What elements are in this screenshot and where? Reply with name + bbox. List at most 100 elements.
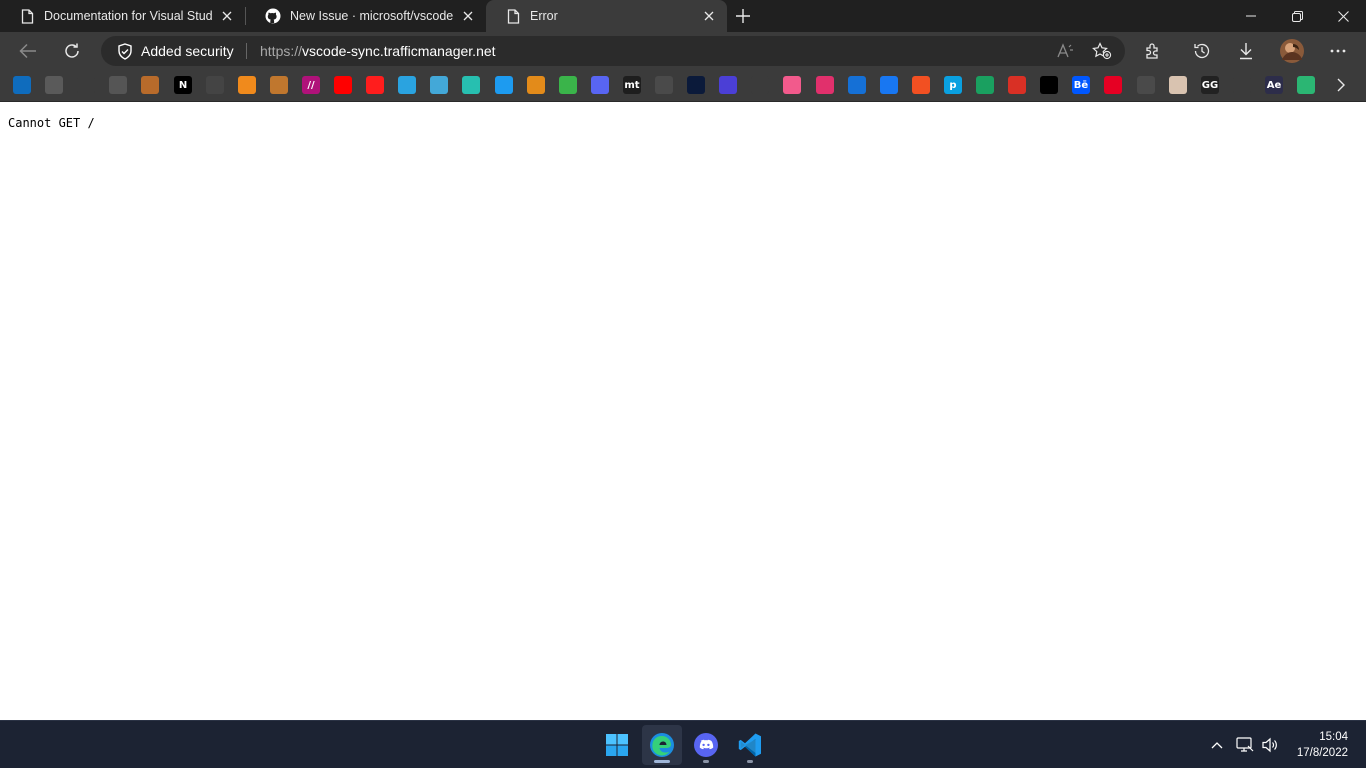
url-host: vscode-sync.trafficmanager.net xyxy=(302,43,496,59)
gray-square-fav-icon[interactable] xyxy=(1137,76,1155,94)
github-icon xyxy=(265,8,281,24)
screen: Documentation for Visual Studio New Issu… xyxy=(0,0,1366,768)
volume-button[interactable] xyxy=(1260,735,1280,755)
gmail-fav-icon[interactable] xyxy=(1008,76,1026,94)
youtube-music-fav-icon[interactable] xyxy=(366,76,384,94)
address-divider xyxy=(246,43,247,59)
codepen-fav-icon[interactable] xyxy=(430,76,448,94)
running-indicator xyxy=(703,760,709,763)
unsplash-fav-icon[interactable] xyxy=(1040,76,1058,94)
address-bar[interactable]: Added security https://vscode-sync.traff… xyxy=(101,36,1125,66)
close-tab-icon[interactable] xyxy=(460,8,476,24)
microsoft-fav-icon[interactable] xyxy=(912,76,930,94)
diamond-orange-fav-icon[interactable] xyxy=(527,76,545,94)
extensions-button[interactable] xyxy=(1137,35,1169,67)
brush-fav-icon[interactable] xyxy=(270,76,288,94)
tab-title: Documentation for Visual Studio xyxy=(44,9,213,23)
twitter-fav-icon[interactable] xyxy=(495,76,513,94)
running-indicator xyxy=(747,760,753,763)
chevron-right-icon xyxy=(1337,78,1345,92)
url-scheme: https:// xyxy=(260,43,303,59)
security-indicator[interactable]: Added security xyxy=(117,36,234,66)
diamond-pink-fav-icon[interactable] xyxy=(783,76,801,94)
url-text[interactable]: https://vscode-sync.trafficmanager.net xyxy=(260,36,496,66)
stack-fav-icon[interactable] xyxy=(109,76,127,94)
pinterest-fav-icon[interactable] xyxy=(1104,76,1122,94)
tab-error[interactable]: Error xyxy=(486,0,727,32)
photo-fav-icon[interactable] xyxy=(976,76,994,94)
minimize-button[interactable] xyxy=(1228,0,1274,32)
downloads-button[interactable] xyxy=(1230,35,1262,67)
fire-fav-icon[interactable] xyxy=(238,76,256,94)
history-icon xyxy=(1194,43,1210,59)
new-tab-button[interactable] xyxy=(727,0,759,32)
page-content: Cannot GET / xyxy=(0,103,1366,720)
anime-fav-icon[interactable] xyxy=(1169,76,1187,94)
network-fav-icon[interactable] xyxy=(206,76,224,94)
square-teal-fav-icon[interactable] xyxy=(462,76,480,94)
play-fav-icon[interactable] xyxy=(1297,76,1315,94)
system-clock[interactable]: 15:04 17/8/2022 xyxy=(1297,729,1348,761)
facebook-fav-icon[interactable] xyxy=(880,76,898,94)
settings-more-button[interactable] xyxy=(1322,35,1354,67)
telegram-fav-icon[interactable] xyxy=(398,76,416,94)
tab-documentation[interactable]: Documentation for Visual Studio xyxy=(0,0,245,32)
youtube-fav-icon[interactable] xyxy=(334,76,352,94)
close-tab-icon[interactable] xyxy=(219,8,235,24)
profile-button[interactable] xyxy=(1276,35,1308,67)
close-icon xyxy=(1337,10,1349,22)
refresh-button[interactable] xyxy=(56,35,88,67)
show-hidden-icons-button[interactable] xyxy=(1207,735,1227,755)
shield-fav-icon[interactable] xyxy=(655,76,673,94)
store-fav-icon[interactable] xyxy=(45,76,63,94)
windows-fav-icon[interactable] xyxy=(848,76,866,94)
taskbar-discord[interactable] xyxy=(686,725,726,765)
plus-icon xyxy=(736,9,750,23)
tab-title: New Issue · microsoft/vscode xyxy=(290,9,454,23)
back-arrow-icon xyxy=(19,43,36,59)
restore-icon xyxy=(1291,10,1303,22)
read-aloud-icon xyxy=(1057,43,1073,58)
slashes-fav-icon[interactable]: // xyxy=(302,76,320,94)
instagram-fav-icon[interactable] xyxy=(816,76,834,94)
back-button[interactable] xyxy=(12,35,44,67)
notion-fav-icon[interactable]: N xyxy=(174,76,192,94)
taskbar-edge[interactable] xyxy=(642,725,682,765)
close-window-button[interactable] xyxy=(1320,0,1366,32)
avatar xyxy=(1280,39,1304,63)
tab-new-issue[interactable]: New Issue · microsoft/vscode xyxy=(246,0,486,32)
discord-taskbar-icon xyxy=(694,733,718,757)
security-label: Added security xyxy=(141,43,234,59)
postman-fav-icon[interactable] xyxy=(141,76,159,94)
history-button[interactable] xyxy=(1186,35,1218,67)
read-aloud-button[interactable] xyxy=(1051,36,1081,66)
hexagon-fav-icon[interactable] xyxy=(719,76,737,94)
taskbar-vscode[interactable] xyxy=(730,725,770,765)
gg-fav-icon[interactable]: GG xyxy=(1201,76,1219,94)
mt-fav-icon[interactable]: mt xyxy=(623,76,641,94)
refresh-icon xyxy=(65,43,79,58)
active-indicator xyxy=(654,760,670,763)
p-fav-icon[interactable]: p xyxy=(944,76,962,94)
puzzle-icon xyxy=(1146,43,1158,59)
code-blue-fav-icon[interactable] xyxy=(687,76,705,94)
network-button[interactable] xyxy=(1235,735,1255,755)
edge-fav-icon[interactable] xyxy=(13,76,31,94)
start-button[interactable] xyxy=(597,725,637,765)
restore-button[interactable] xyxy=(1274,0,1320,32)
download-icon xyxy=(1240,43,1252,60)
doc-fav-icon[interactable] xyxy=(1233,76,1251,94)
behance-fav-icon[interactable]: Bē xyxy=(1072,76,1090,94)
edge-taskbar-icon xyxy=(650,733,674,757)
close-tab-icon[interactable] xyxy=(701,8,717,24)
page-icon xyxy=(505,8,521,24)
github-fav-icon[interactable] xyxy=(77,76,95,94)
code-fav-icon[interactable] xyxy=(751,76,769,94)
favorites-overflow-button[interactable] xyxy=(1332,76,1350,94)
discord-fav-icon[interactable] xyxy=(591,76,609,94)
vscode-taskbar-icon xyxy=(738,733,761,757)
windows-taskbar: 15:04 17/8/2022 xyxy=(0,720,1366,768)
ae-fav-icon[interactable]: Ae xyxy=(1265,76,1283,94)
add-favorite-button[interactable] xyxy=(1087,36,1117,66)
diamond-green-fav-icon[interactable] xyxy=(559,76,577,94)
